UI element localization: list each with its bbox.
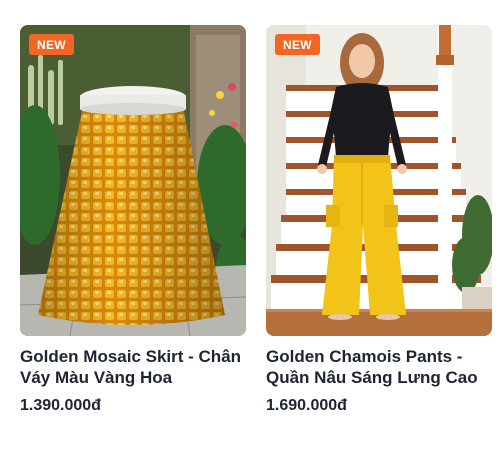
- product-image-link[interactable]: NEW: [20, 25, 246, 336]
- golden-sequin-skirt-image: [20, 25, 246, 336]
- product-price: 1.690.000đ: [266, 397, 347, 414]
- model-yellow-pants-image: [266, 25, 492, 336]
- product-image-link[interactable]: NEW: [266, 25, 492, 336]
- new-badge: NEW: [29, 34, 74, 55]
- product-title[interactable]: Golden Chamois Pants - Quần Nâu Sáng Lưn…: [266, 346, 492, 388]
- product-title[interactable]: Golden Mosaic Skirt - Chân Váy Màu Vàng …: [20, 346, 246, 388]
- product-card[interactable]: NEW Golden Mosaic Skirt - Chân Váy Màu V…: [20, 25, 246, 415]
- product-card[interactable]: NEW Golden Chamois Pants - Quần Nâu Sáng…: [266, 25, 492, 415]
- new-badge: NEW: [275, 34, 320, 55]
- product-price: 1.390.000đ: [20, 397, 101, 414]
